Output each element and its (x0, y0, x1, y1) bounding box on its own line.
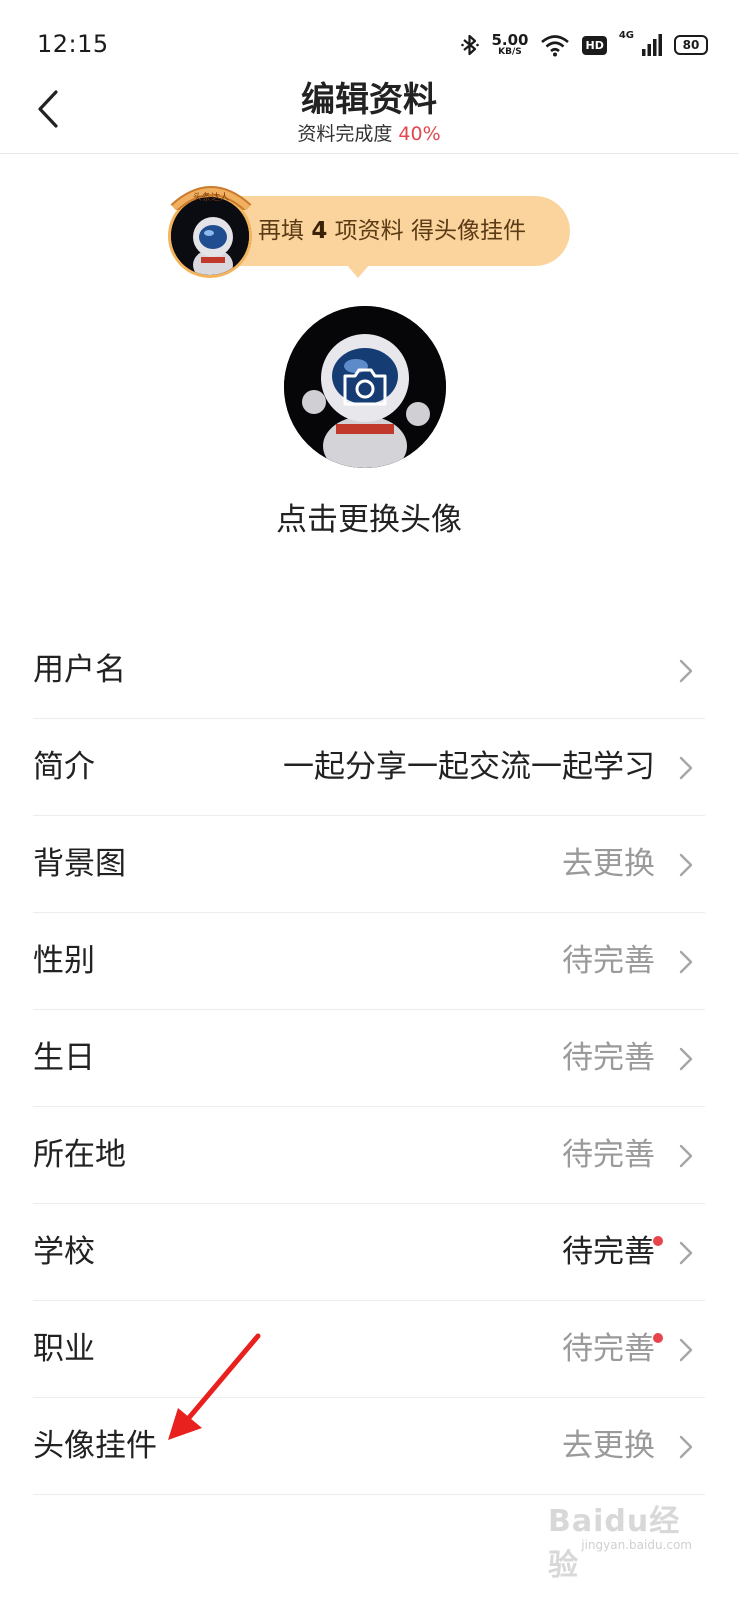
page-title: 编辑资料 (301, 80, 437, 120)
row-bio[interactable]: 简介 一起分享一起交流一起学习 (33, 719, 705, 816)
row-value: 一起分享一起交流一起学习 (283, 749, 655, 785)
row-value: 待完善 (562, 1234, 655, 1270)
chevron-right-icon (679, 1144, 693, 1168)
row-occupation[interactable]: 职业 待完善 (33, 1301, 705, 1398)
row-username[interactable]: 用户名 (33, 622, 705, 719)
new-badge-dot (653, 1236, 663, 1246)
row-value: 待完善 (562, 1331, 655, 1367)
chevron-right-icon (679, 1241, 693, 1265)
net-speed-value: 5.00 (491, 31, 529, 49)
chevron-right-icon (679, 1338, 693, 1362)
row-value: 待完善 (562, 1040, 655, 1076)
status-time: 12:15 (37, 30, 109, 58)
reward-text: 再填 4 项资料 得头像挂件 (258, 196, 526, 266)
chevron-right-icon (679, 1435, 693, 1459)
profile-fields-list: 用户名 简介 一起分享一起交流一起学习 背景图 去更换 性别 待完善 生日 待完… (33, 622, 705, 1495)
profile-completion: 资料完成度 40% (0, 122, 738, 146)
pendant-reward-tip[interactable]: 头条达人 再填 4 项资料 得头像挂件 (168, 180, 570, 280)
signal-icon (642, 34, 662, 56)
row-birthday[interactable]: 生日 待完善 (33, 1010, 705, 1107)
row-label: 简介 (33, 749, 95, 785)
row-label: 职业 (33, 1331, 95, 1367)
battery-level: 80 (674, 35, 708, 55)
chevron-right-icon (679, 1047, 693, 1071)
row-location[interactable]: 所在地 待完善 (33, 1107, 705, 1204)
hd-badge: HD (582, 35, 607, 55)
nav-header: 编辑资料 资料完成度 40% (0, 80, 738, 154)
row-value: 去更换 (562, 846, 655, 882)
status-bar: 12:15 5.00 KB/S HD 4G 80 (0, 0, 738, 80)
wifi-icon (540, 33, 570, 57)
row-avatar-pendant[interactable]: 头像挂件 去更换 (33, 1398, 705, 1495)
row-value: 去更换 (562, 1428, 655, 1464)
reward-count: 4 (311, 218, 328, 244)
completion-value: 40% (398, 123, 441, 145)
red-arrow-annotation (168, 1333, 261, 1440)
new-badge-dot (653, 1333, 663, 1343)
chevron-right-icon (679, 853, 693, 877)
net-speed-unit: KB/S (498, 47, 522, 57)
change-avatar-hint[interactable]: 点击更换头像 (0, 494, 738, 539)
pendant-crown-icon: 头条达人 (170, 186, 252, 210)
row-gender[interactable]: 性别 待完善 (33, 913, 705, 1010)
signal-type-label: 4G (618, 30, 634, 41)
row-label: 所在地 (33, 1137, 126, 1173)
row-label: 性别 (33, 943, 95, 979)
row-value: 待完善 (562, 1137, 655, 1173)
chevron-right-icon (679, 950, 693, 974)
completion-label: 资料完成度 (297, 123, 393, 145)
row-label: 生日 (33, 1040, 95, 1076)
row-school[interactable]: 学校 待完善 (33, 1204, 705, 1301)
status-icons: 5.00 KB/S HD 4G 80 (461, 30, 708, 60)
reward-prefix: 再填 (258, 218, 304, 244)
camera-icon (343, 368, 387, 406)
reward-suffix: 项资料 得头像挂件 (334, 218, 526, 244)
baidu-watermark: Baidu经验 jingyan.baidu.com (548, 1490, 698, 1583)
bluetooth-icon (461, 33, 480, 57)
chevron-right-icon (679, 756, 693, 780)
profile-avatar[interactable] (284, 306, 446, 468)
watermark-sub: jingyan.baidu.com (581, 1538, 692, 1552)
row-label: 背景图 (33, 846, 126, 882)
row-value: 待完善 (562, 943, 655, 979)
battery-icon: 80 (674, 35, 708, 55)
row-background-image[interactable]: 背景图 去更换 (33, 816, 705, 913)
bubble-tail (346, 264, 370, 278)
chevron-right-icon (679, 659, 693, 683)
row-label: 用户名 (33, 652, 126, 688)
net-speed: 5.00 KB/S (491, 33, 528, 57)
row-label: 头像挂件 (33, 1428, 157, 1464)
pendant-crown-text: 头条达人 (193, 191, 229, 203)
row-label: 学校 (33, 1234, 95, 1270)
